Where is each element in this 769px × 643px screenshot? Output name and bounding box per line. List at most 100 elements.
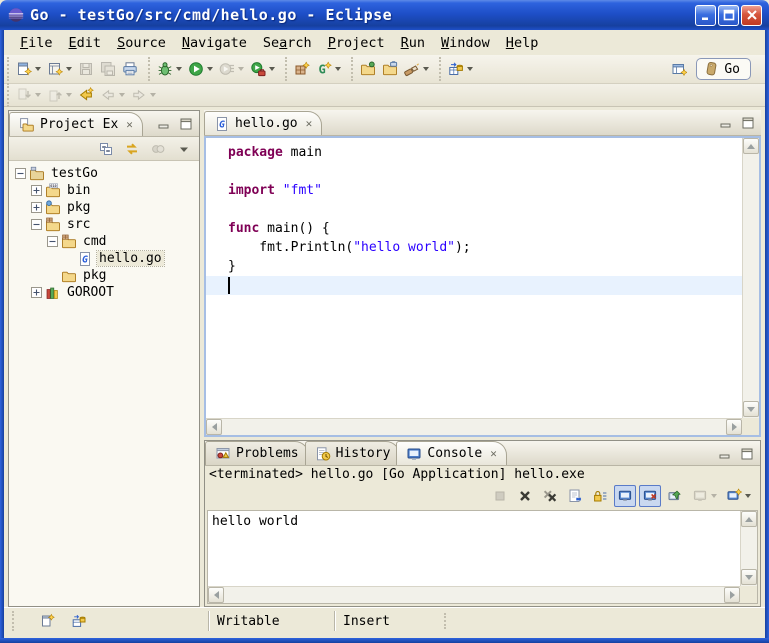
maximize-editor-button[interactable] — [739, 115, 757, 131]
trim-sync-button[interactable] — [68, 610, 90, 632]
title-bar[interactable]: Go - testGo/src/cmd/hello.go - Eclipse — [0, 0, 769, 30]
scroll-up-button[interactable] — [743, 138, 759, 154]
scroll-right-button[interactable] — [726, 419, 742, 435]
close-editor-tab-icon[interactable]: ✕ — [306, 117, 313, 130]
menu-edit[interactable]: Edit — [61, 32, 110, 54]
dropdown-caret-icon[interactable] — [207, 67, 213, 71]
new-package-button[interactable] — [291, 58, 313, 80]
import-folder-button[interactable] — [357, 58, 379, 80]
tree-item-pkg[interactable]: pkg — [9, 267, 199, 284]
close-explorer-tab-icon[interactable]: ✕ — [126, 118, 133, 131]
menu-project[interactable]: Project — [320, 32, 393, 54]
tab-history[interactable]: History — [305, 441, 401, 465]
code-line-3[interactable]: import "fmt" — [206, 181, 742, 200]
tree-expander-minus-icon[interactable] — [47, 236, 58, 247]
minimize-console-button[interactable] — [716, 446, 734, 462]
debug-button[interactable] — [154, 58, 185, 80]
console-vertical-scrollbar[interactable] — [740, 511, 757, 586]
scroll-left-button[interactable] — [206, 419, 222, 435]
dropdown-caret-icon[interactable] — [238, 67, 244, 71]
dropdown-caret-icon[interactable] — [423, 67, 429, 71]
menu-source[interactable]: Source — [109, 32, 174, 54]
close-tab-icon[interactable]: ✕ — [490, 447, 497, 460]
menu-window[interactable]: Window — [433, 32, 498, 54]
show-stderr-button[interactable] — [639, 485, 661, 507]
run-button[interactable] — [185, 58, 216, 80]
view-menu-button[interactable] — [173, 138, 195, 160]
maximize-console-button[interactable] — [738, 446, 756, 462]
collapse-all-button[interactable] — [95, 138, 117, 160]
code-line-1[interactable]: package main — [206, 143, 742, 162]
scroll-right-button[interactable] — [724, 587, 740, 603]
scroll-up-button[interactable] — [741, 511, 757, 527]
editor-horizontal-scrollbar[interactable] — [206, 418, 742, 435]
minimize-editor-button[interactable] — [717, 115, 735, 131]
print-button[interactable] — [119, 58, 141, 80]
dropdown-caret-icon[interactable] — [335, 67, 341, 71]
tree-expander-plus-icon[interactable] — [31, 202, 42, 213]
dropdown-caret-icon[interactable] — [745, 494, 751, 498]
table-sync-button[interactable] — [445, 58, 476, 80]
menu-file[interactable]: File — [12, 32, 61, 54]
fast-view-button[interactable] — [36, 610, 58, 632]
code-area[interactable]: package main import "fmt" func main() { fm… — [206, 138, 742, 418]
tree-item-cmd[interactable]: cmd — [9, 233, 199, 250]
new-file-button[interactable] — [44, 58, 75, 80]
minimize-panel-button[interactable] — [155, 116, 173, 132]
open-perspective-button[interactable] — [668, 58, 690, 80]
tab-problems[interactable]: Problems — [205, 441, 309, 465]
clear-console-button[interactable] — [564, 485, 586, 507]
minimize-button[interactable] — [695, 5, 716, 26]
scroll-down-button[interactable] — [741, 569, 757, 585]
menu-help[interactable]: Help — [498, 32, 547, 54]
code-line-4[interactable] — [206, 200, 742, 219]
maximize-button[interactable] — [718, 5, 739, 26]
tree-item-bin[interactable]: 010bin — [9, 182, 199, 199]
remove-all-launches-button[interactable] — [539, 485, 561, 507]
dropdown-caret-icon[interactable] — [269, 67, 275, 71]
tree-item-hello-go[interactable]: Ghello.go — [9, 250, 199, 267]
dropdown-caret-icon[interactable] — [176, 67, 182, 71]
scroll-lock-button[interactable] — [589, 485, 611, 507]
dropdown-caret-icon[interactable] — [467, 67, 473, 71]
search-button[interactable] — [401, 58, 432, 80]
code-line-6[interactable]: fmt.Println("hello world"); — [206, 238, 742, 257]
open-console-button[interactable] — [723, 485, 754, 507]
link-editor-button[interactable] — [121, 138, 143, 160]
tab-console[interactable]: Console✕ — [396, 441, 506, 465]
tree-item-pkg[interactable]: pkg — [9, 199, 199, 216]
close-button[interactable] — [741, 5, 762, 26]
code-editor[interactable]: package main import "fmt" func main() { fm… — [204, 136, 761, 437]
tree-expander-minus-icon[interactable] — [31, 219, 42, 230]
code-line-5[interactable]: func main() { — [206, 219, 742, 238]
menu-navigate[interactable]: Navigate — [174, 32, 255, 54]
external-tools-button[interactable] — [247, 58, 278, 80]
remove-launch-button[interactable] — [514, 485, 536, 507]
tree-expander-plus-icon[interactable] — [31, 185, 42, 196]
new-wizard-button[interactable] — [13, 58, 44, 80]
new-go-element-button[interactable]: G — [313, 58, 344, 80]
tab-project-explorer[interactable]: Project Ex ✕ — [9, 112, 143, 136]
tree-item-src[interactable]: src — [9, 216, 199, 233]
scroll-down-button[interactable] — [743, 401, 759, 417]
dropdown-caret-icon[interactable] — [66, 93, 72, 97]
dropdown-caret-icon[interactable] — [35, 67, 41, 71]
code-line-2[interactable] — [206, 162, 742, 181]
tree-expander-plus-icon[interactable] — [31, 287, 42, 298]
dropdown-caret-icon[interactable] — [35, 93, 41, 97]
tree-expander-minus-icon[interactable] — [15, 168, 26, 179]
code-line-7[interactable]: } — [206, 257, 742, 276]
menu-run[interactable]: Run — [393, 32, 433, 54]
scroll-left-button[interactable] — [208, 587, 224, 603]
console-output-area[interactable]: hello world — [207, 510, 758, 604]
console-horizontal-scrollbar[interactable] — [208, 586, 740, 603]
menu-search[interactable]: Search — [255, 32, 320, 54]
dropdown-caret-icon[interactable] — [150, 93, 156, 97]
dropdown-caret-icon[interactable] — [711, 494, 717, 498]
go-perspective-button[interactable]: Go — [696, 58, 751, 80]
pin-console-button[interactable] — [664, 485, 686, 507]
tree-item-testgo[interactable]: testGo — [9, 165, 199, 182]
dropdown-caret-icon[interactable] — [119, 93, 125, 97]
code-line-8[interactable] — [206, 276, 742, 295]
last-edit-button[interactable] — [75, 84, 97, 106]
